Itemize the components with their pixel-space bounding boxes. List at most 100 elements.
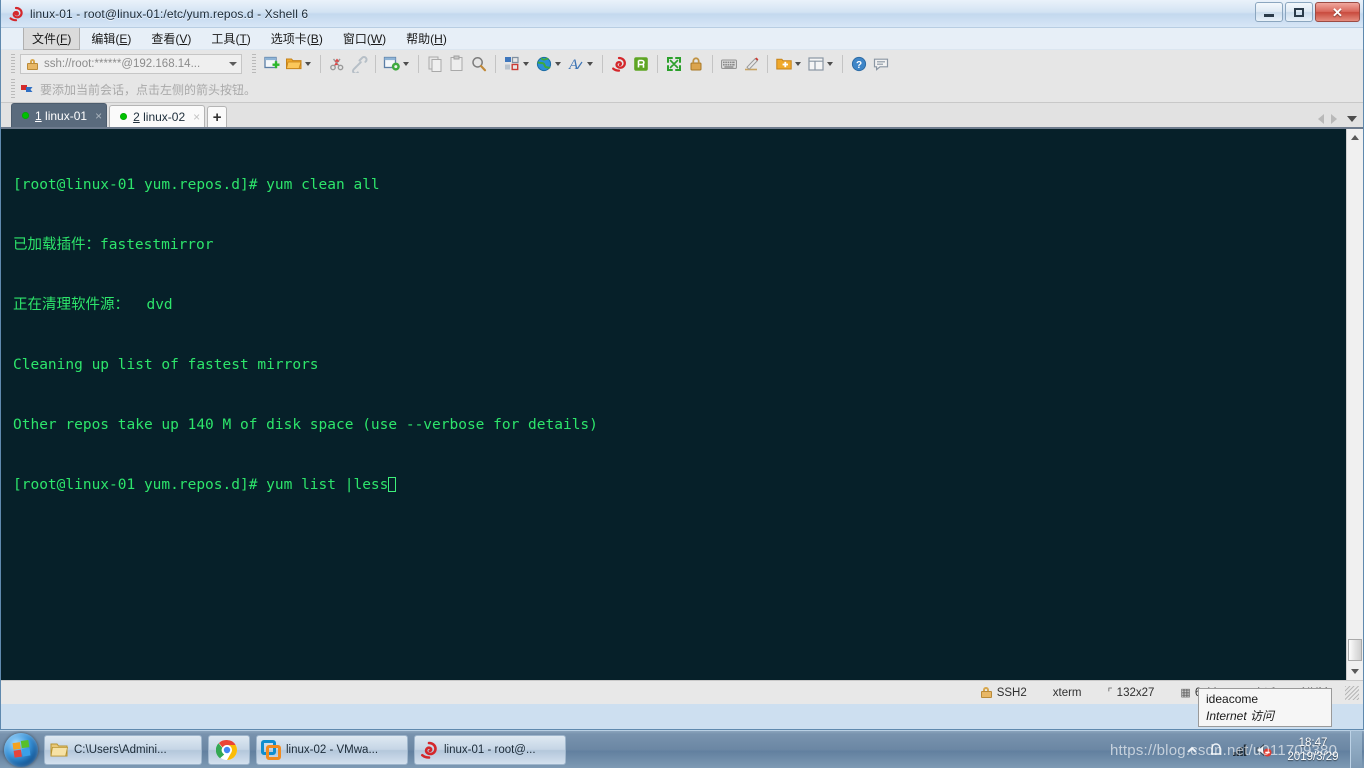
- menu-item-edit[interactable]: 编辑(E): [82, 27, 140, 50]
- terminal-line: 已加载插件：fastestmirror: [13, 237, 214, 253]
- chevron-down-icon[interactable]: [1347, 116, 1357, 122]
- toolbar-grip[interactable]: [11, 54, 15, 74]
- menu-label-tools: 工具: [211, 32, 236, 46]
- resize-grip[interactable]: [1345, 685, 1359, 700]
- chrome-icon: [215, 739, 238, 761]
- tab-status-dot: [22, 112, 29, 119]
- scrollbar-track[interactable]: [1347, 146, 1363, 663]
- new-xshell-button[interactable]: [608, 53, 630, 75]
- menu-item-window[interactable]: 窗口(W): [334, 27, 395, 50]
- find-button[interactable]: [468, 53, 490, 75]
- terminal-prompt-text: [root@linux-01 yum.repos.d]# yum list |l…: [13, 477, 389, 493]
- session-address-value: ssh://root:******@192.168.14...: [44, 58, 201, 70]
- taskbar-item-xshell[interactable]: linux-01 - root@...: [414, 734, 566, 765]
- layout-dropdown-icon[interactable]: [523, 62, 529, 66]
- maximize-button[interactable]: [1285, 2, 1313, 22]
- compose-button[interactable]: [740, 53, 762, 75]
- menu-item-tab[interactable]: 选项卡(B): [262, 27, 332, 50]
- folder-icon: [49, 740, 69, 760]
- toolbar-grip-2[interactable]: [252, 54, 256, 74]
- toolbar-separator-4: [495, 55, 496, 73]
- menu-item-tools[interactable]: 工具(T): [202, 27, 259, 50]
- split-view-button[interactable]: [805, 53, 827, 75]
- windows-start-orb[interactable]: [4, 732, 38, 767]
- paste-button[interactable]: [446, 53, 468, 75]
- toolbar-separator-3: [418, 55, 419, 73]
- chevron-left-icon[interactable]: [1318, 114, 1324, 124]
- disconnect-button[interactable]: [326, 53, 348, 75]
- scroll-down-button[interactable]: [1347, 663, 1363, 680]
- network-tooltip-ssid: ideacome: [1206, 692, 1259, 706]
- terminal-output[interactable]: [root@linux-01 yum.repos.d]# yum clean a…: [1, 129, 1346, 680]
- add-favorite-button[interactable]: [773, 53, 795, 75]
- svg-text:?: ?: [856, 60, 862, 71]
- action-center-icon[interactable]: [1207, 741, 1225, 759]
- hint-bar-text: 要添加当前会话，点击左侧的箭头按钮。: [40, 82, 257, 97]
- menu-item-view[interactable]: 查看(V): [142, 27, 200, 50]
- new-xftp-button[interactable]: [630, 53, 652, 75]
- title-bar: linux-01 - root@linux-01:/etc/yum.repos.…: [1, 0, 1363, 28]
- hint-bar-grip[interactable]: [11, 79, 15, 99]
- taskbar-label-vmware: linux-02 - VMwa...: [286, 743, 379, 756]
- terminal-scrollbar[interactable]: [1346, 129, 1363, 680]
- show-hidden-icons-icon[interactable]: [1183, 741, 1201, 759]
- svg-text:A: A: [568, 57, 579, 73]
- feedback-button[interactable]: [870, 53, 892, 75]
- keyboard-button[interactable]: [718, 53, 740, 75]
- menu-label-edit: 编辑: [91, 32, 116, 46]
- status-terminal-type-label: xterm: [1052, 686, 1082, 699]
- terminal-line: Other repos take up 140 M of disk space …: [13, 417, 598, 433]
- taskbar-item-chrome[interactable]: [208, 734, 250, 765]
- session-address-bar[interactable]: ssh://root:******@192.168.14...: [20, 54, 242, 74]
- taskbar-item-vmware[interactable]: linux-02 - VMwa...: [256, 734, 408, 765]
- chevron-down-icon[interactable]: [229, 62, 237, 66]
- close-button[interactable]: ✕: [1315, 2, 1360, 22]
- help-button[interactable]: ?: [848, 53, 870, 75]
- font-button[interactable]: A: [565, 53, 587, 75]
- lock-icon: [980, 687, 992, 698]
- new-session-button[interactable]: [261, 53, 283, 75]
- encoding-button[interactable]: [533, 53, 555, 75]
- tab-close-icon[interactable]: ×: [95, 110, 102, 122]
- toolbar-separator-5: [602, 55, 603, 73]
- taskbar-label-xshell: linux-01 - root@...: [444, 743, 536, 756]
- maximize-icon: [1294, 7, 1304, 17]
- clock-date: 2019/3/29: [1287, 750, 1339, 763]
- window-controls: ✕: [1255, 2, 1360, 22]
- network-icon[interactable]: [1231, 741, 1249, 759]
- layout-button[interactable]: [501, 53, 523, 75]
- menu-key-tools: T: [239, 32, 247, 46]
- tab-linux-01[interactable]: 1 linux-01 ×: [11, 103, 108, 127]
- font-dropdown-icon[interactable]: [587, 62, 593, 66]
- encoding-dropdown-icon[interactable]: [555, 62, 561, 66]
- taskbar-clock[interactable]: 18:47 2019/3/29: [1278, 736, 1348, 764]
- status-size: ⌜ 132x27: [1095, 685, 1168, 701]
- show-desktop-button[interactable]: [1350, 731, 1362, 768]
- red-blue-flag-icon: [20, 83, 34, 95]
- status-size-label: 132x27: [1116, 686, 1155, 699]
- scrollbar-thumb[interactable]: [1348, 639, 1362, 661]
- open-session-dropdown-icon[interactable]: [305, 62, 311, 66]
- taskbar-item-explorer[interactable]: C:\Users\Admini...: [44, 734, 202, 765]
- add-favorite-dropdown-icon[interactable]: [795, 62, 801, 66]
- split-view-dropdown-icon[interactable]: [827, 62, 833, 66]
- volume-muted-icon[interactable]: [1255, 741, 1273, 759]
- reconnect-button[interactable]: [348, 53, 370, 75]
- tab-close-icon-2[interactable]: ×: [193, 111, 200, 123]
- windows-taskbar: C:\Users\Admini... linux-02 - VMwa... li…: [0, 730, 1364, 768]
- fullscreen-button[interactable]: [663, 53, 685, 75]
- lock-session-button[interactable]: [685, 53, 707, 75]
- chevron-right-icon[interactable]: [1331, 114, 1337, 124]
- new-tab-button[interactable]: +: [207, 106, 228, 127]
- minimize-button[interactable]: [1255, 2, 1283, 22]
- open-session-button[interactable]: [283, 53, 305, 75]
- copy-button[interactable]: [424, 53, 446, 75]
- menu-item-help[interactable]: 帮助(H): [397, 27, 456, 50]
- session-properties-button[interactable]: [381, 53, 403, 75]
- xshell-icon: [419, 740, 439, 760]
- menu-item-file[interactable]: 文件(F): [23, 27, 81, 50]
- scroll-up-button[interactable]: [1347, 129, 1363, 146]
- status-protocol-label: SSH2: [996, 686, 1027, 699]
- tab-linux-02[interactable]: 2 linux-02 ×: [109, 105, 206, 127]
- session-properties-dropdown-icon[interactable]: [403, 62, 409, 66]
